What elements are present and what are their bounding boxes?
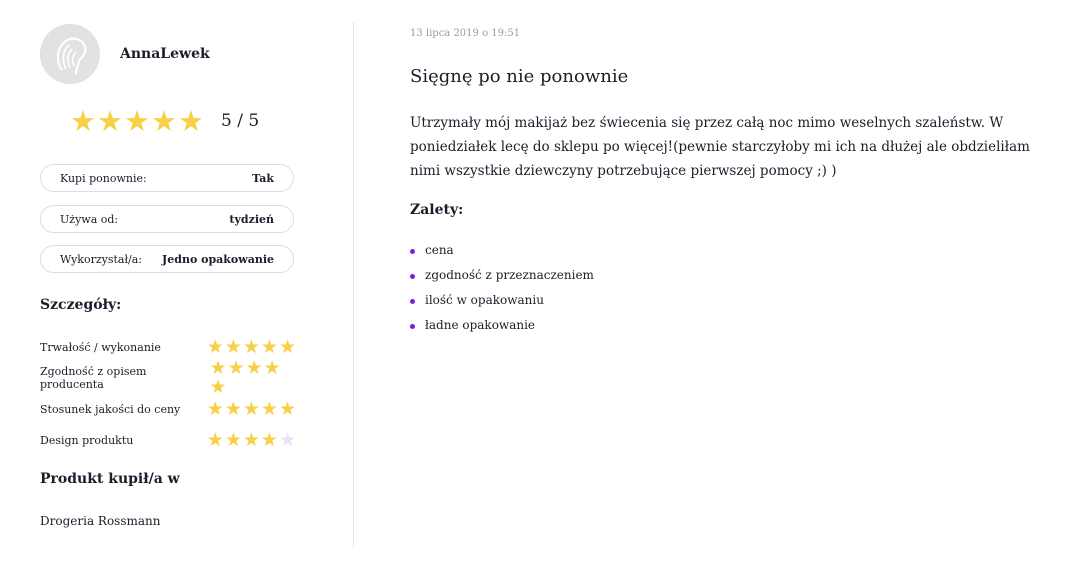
star-icon: ★ xyxy=(260,335,278,358)
star-icon: ★ xyxy=(242,397,260,420)
star-icon: ★ xyxy=(224,428,242,451)
overall-rating: ★★★★★ 5 / 5 xyxy=(70,106,259,136)
detail-label: Stosunek jakości do ceny xyxy=(40,402,181,416)
star-icon: ★ xyxy=(245,357,263,379)
pros-list-item: ilość w opakowaniu xyxy=(410,288,594,313)
bullet-icon xyxy=(410,324,415,329)
star-icon: ★ xyxy=(278,397,296,420)
detail-row-value-for-money: Stosunek jakości do ceny ★★★★★ xyxy=(40,399,296,419)
bullet-icon xyxy=(410,274,415,279)
star-icon: ★ xyxy=(178,103,204,138)
review-body: Utrzymały mój makijaż bez świecenia się … xyxy=(410,115,1030,179)
star-icon: ★ xyxy=(227,357,245,379)
attribute-pill-used-amount: Wykorzystał/a: Jedno opakowanie xyxy=(40,245,294,273)
pros-item-text: zgodność z przeznaczeniem xyxy=(425,268,594,282)
attribute-value: tydzień xyxy=(229,212,274,226)
pros-list-item: ładne opakowanie xyxy=(410,313,594,338)
star-icon: ★ xyxy=(97,103,123,138)
detail-label: Design produktu xyxy=(40,433,134,447)
bullet-icon xyxy=(410,299,415,304)
pros-list-item: zgodność z przeznaczeniem xyxy=(410,263,594,288)
review-date: 13 lipca 2019 o 19:51 xyxy=(410,28,521,39)
attribute-label: Kupi ponownie: xyxy=(60,171,147,185)
avatar xyxy=(40,24,100,84)
detail-stars: ★★★★★ xyxy=(206,397,296,420)
overall-rating-stars: ★★★★★ xyxy=(70,103,205,138)
star-icon: ★ xyxy=(242,335,260,358)
pros-list-item: cena xyxy=(410,238,594,263)
star-icon: ★ xyxy=(209,376,227,398)
column-divider xyxy=(353,22,354,547)
purchase-shop: Drogeria Rossmann xyxy=(40,514,161,528)
detail-row-description-match: Zgodność z opisem producenta ★★★★★ xyxy=(40,359,296,397)
detail-label: Zgodność z opisem producenta xyxy=(40,365,147,391)
attribute-label: Używa od: xyxy=(60,212,119,226)
star-icon: ★ xyxy=(124,103,150,138)
detail-row-design: Design produktu ★★★★★ xyxy=(40,430,296,450)
star-icon: ★ xyxy=(206,428,224,451)
detail-stars: ★★★★★ xyxy=(206,428,296,451)
overall-rating-score: 5 / 5 xyxy=(221,111,260,131)
star-icon: ★ xyxy=(151,103,177,138)
purchase-title: Produkt kupił/a w xyxy=(40,471,180,487)
detail-stars: ★★★★★ xyxy=(206,335,296,358)
detail-row-durability: Trwałość / wykonanie ★★★★★ xyxy=(40,337,296,357)
attribute-label: Wykorzystał/a: xyxy=(60,252,142,266)
pros-item-text: ilość w opakowaniu xyxy=(425,293,544,307)
star-icon: ★ xyxy=(278,428,296,451)
star-icon: ★ xyxy=(206,335,224,358)
star-icon: ★ xyxy=(260,428,278,451)
attribute-value: Tak xyxy=(252,171,274,185)
pros-title: Zalety: xyxy=(410,202,464,218)
bullet-icon xyxy=(410,249,415,254)
star-icon: ★ xyxy=(70,103,96,138)
star-icon: ★ xyxy=(263,357,281,379)
pros-item-text: ładne opakowanie xyxy=(425,318,536,332)
review-title: Sięgnę po nie ponownie xyxy=(410,66,629,87)
attribute-pill-using-since: Używa od: tydzień xyxy=(40,205,294,233)
attribute-value: Jedno opakowanie xyxy=(162,252,274,266)
detail-label: Trwałość / wykonanie xyxy=(40,340,161,354)
detail-stars: ★★★★★ xyxy=(208,359,296,397)
author-name[interactable]: AnnaLewek xyxy=(120,46,210,62)
pros-list: cena zgodność z przeznaczeniem ilość w o… xyxy=(410,238,594,338)
pros-item-text: cena xyxy=(425,243,454,257)
star-icon: ★ xyxy=(260,397,278,420)
star-icon: ★ xyxy=(224,335,242,358)
attribute-pill-buy-again: Kupi ponownie: Tak xyxy=(40,164,294,192)
star-icon: ★ xyxy=(278,335,296,358)
star-icon: ★ xyxy=(224,397,242,420)
avatar-placeholder-icon xyxy=(40,24,100,84)
star-icon: ★ xyxy=(206,397,224,420)
star-icon: ★ xyxy=(242,428,260,451)
details-title: Szczegóły: xyxy=(40,297,122,313)
